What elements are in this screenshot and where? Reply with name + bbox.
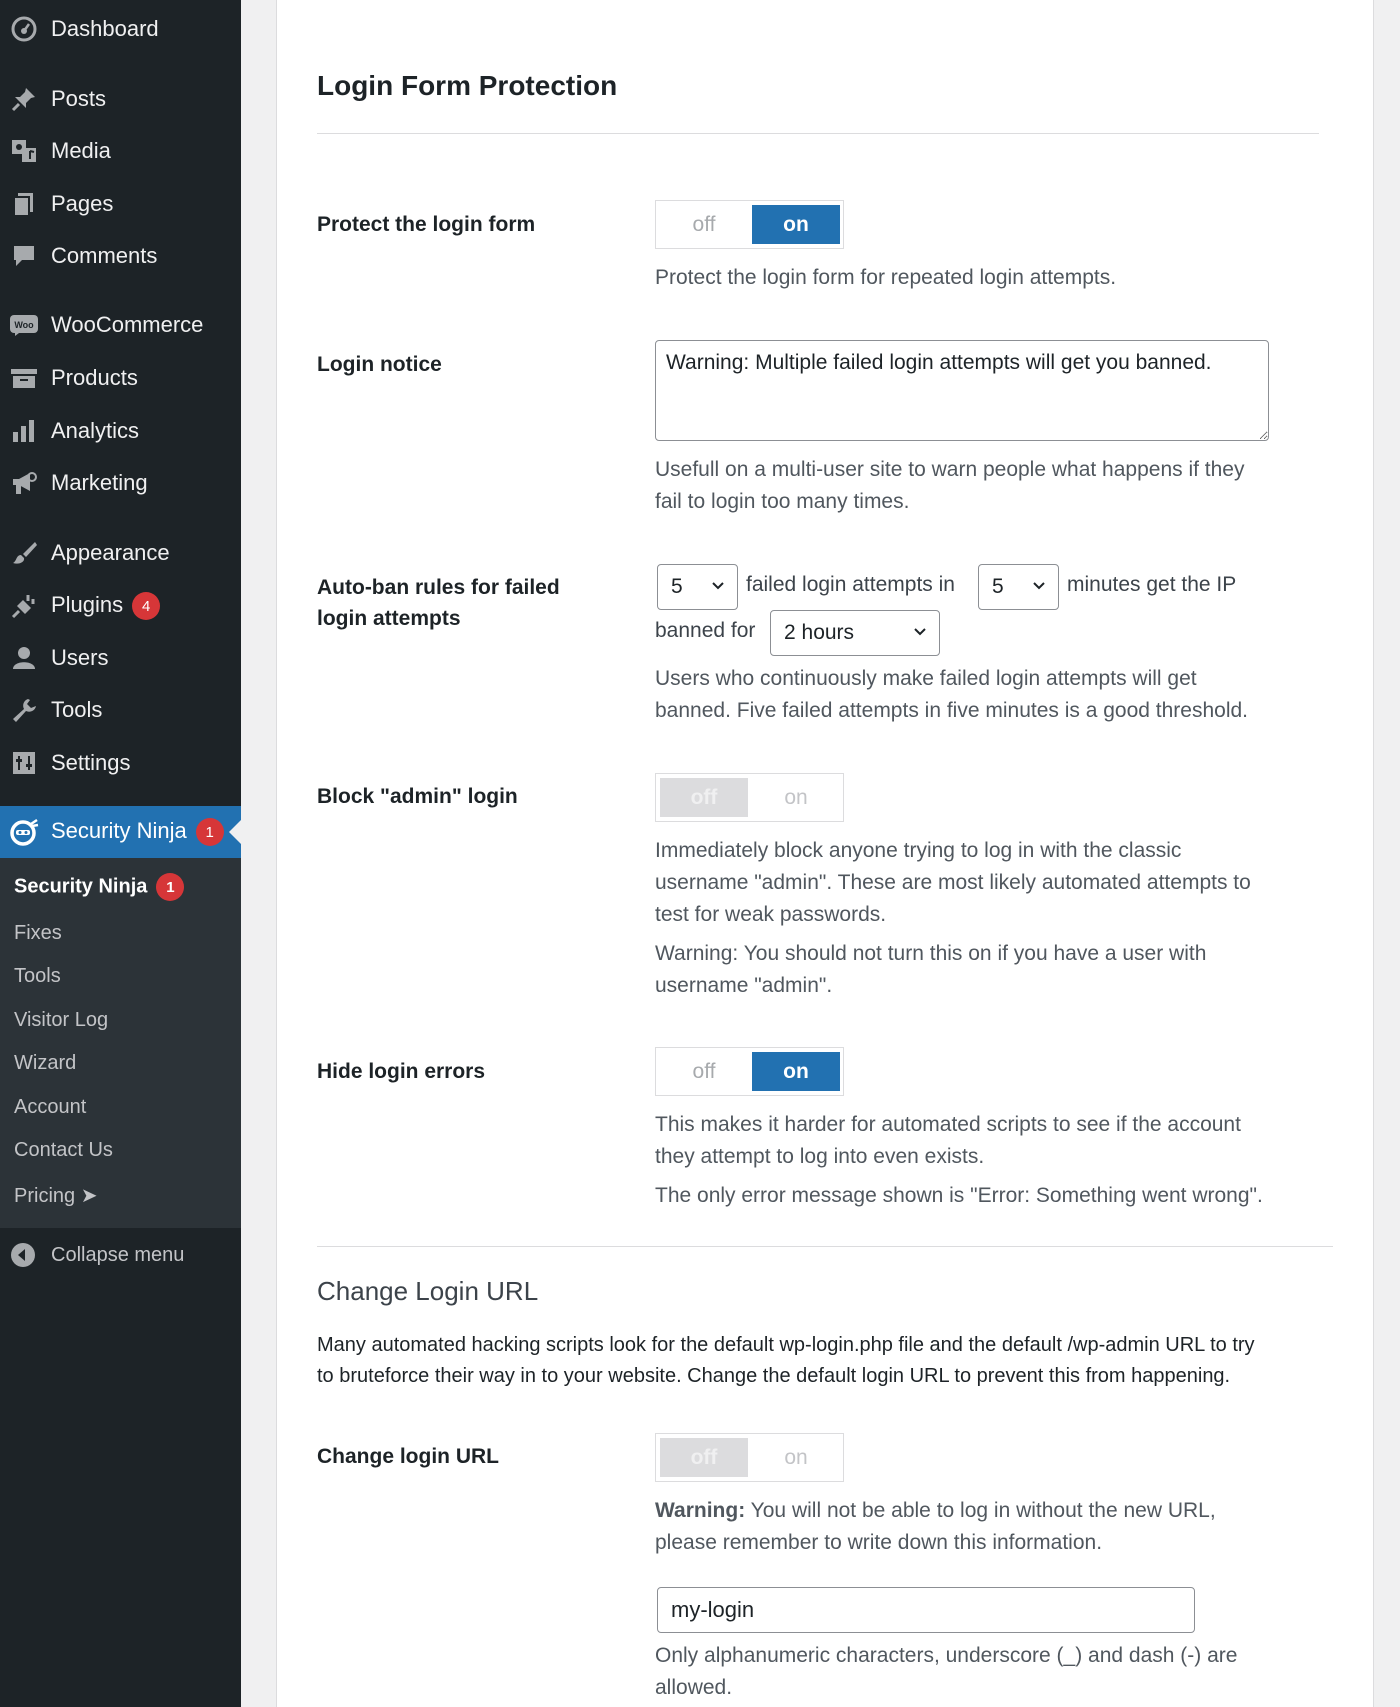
autoban-label: Auto-ban rules for failed login attempts — [317, 576, 560, 630]
autoban-text-banned: banned for — [655, 619, 756, 642]
menu-media[interactable]: Media — [0, 129, 241, 173]
security-ninja-badge: 1 — [195, 818, 224, 847]
toggle-on-option[interactable]: on — [752, 1052, 840, 1091]
pin-icon — [9, 84, 39, 114]
menu-appearance[interactable]: Appearance — [0, 531, 241, 575]
menu-woocommerce[interactable]: Woo WooCommerce — [0, 303, 241, 347]
submenu-badge: 1 — [156, 873, 185, 901]
menu-settings[interactable]: Settings — [0, 741, 241, 785]
section-divider — [317, 1246, 1333, 1247]
page-title: Login Form Protection — [317, 70, 618, 101]
login-url-desc: Only alphanumeric characters, underscore… — [655, 1644, 1238, 1699]
login-notice-label: Login notice — [317, 353, 442, 376]
chevron-down-icon — [914, 628, 926, 636]
menu-posts[interactable]: Posts — [0, 77, 241, 121]
arrow-right-icon: ➤ — [80, 1185, 98, 1207]
admin-sidebar: Dashboard Posts Media Pages Comments Woo… — [0, 0, 241, 1707]
toggle-on-option[interactable]: on — [752, 778, 840, 817]
menu-users[interactable]: Users — [0, 636, 241, 680]
toggle-off-option[interactable]: off — [660, 1438, 748, 1477]
change-url-label: Change login URL — [317, 1445, 499, 1468]
menu-comments[interactable]: Comments — [0, 234, 241, 278]
login-notice-textarea[interactable]: Warning: Multiple failed login attempts … — [655, 340, 1269, 441]
comment-icon — [9, 241, 39, 271]
login-notice-desc: Usefull on a multi-user site to warn peo… — [655, 458, 1245, 513]
menu-products[interactable]: Products — [0, 356, 241, 400]
submenu-fixes[interactable]: Fixes — [14, 922, 62, 945]
menu-security-ninja[interactable]: Security Ninja 1 — [0, 806, 241, 858]
protect-login-label: Protect the login form — [317, 213, 536, 236]
protect-login-toggle[interactable]: off on — [655, 200, 844, 249]
menu-dashboard[interactable]: Dashboard — [0, 7, 241, 51]
security-ninja-submenu: Security Ninja 1 Fixes Tools Visitor Log … — [0, 858, 241, 1228]
menu-pages[interactable]: Pages — [0, 182, 241, 226]
toggle-on-option[interactable]: on — [752, 1438, 840, 1477]
hide-errors-label: Hide login errors — [317, 1060, 486, 1083]
plugins-update-badge: 4 — [132, 592, 161, 621]
title-divider — [317, 133, 1319, 134]
toggle-off-option[interactable]: off — [660, 778, 748, 817]
attempts-select[interactable]: 5 — [657, 564, 738, 610]
svg-text:Woo: Woo — [14, 320, 34, 330]
bar-chart-icon — [9, 416, 39, 446]
login-url-input[interactable] — [657, 1587, 1195, 1633]
ban-duration-select[interactable]: 2 hours — [770, 610, 940, 656]
media-icon — [9, 136, 39, 166]
settings-icon — [9, 748, 39, 778]
menu-tools[interactable]: Tools — [0, 688, 241, 732]
menu-marketing[interactable]: Marketing — [0, 461, 241, 505]
hide-errors-message: The only error message shown is "Error: … — [655, 1184, 1263, 1207]
protect-login-desc: Protect the login form for repeated logi… — [655, 266, 1117, 289]
plug-icon — [9, 591, 39, 621]
archive-icon — [9, 363, 39, 393]
brush-icon — [9, 538, 39, 568]
autoban-text-attempts: failed login attempts in — [746, 573, 955, 596]
dashboard-icon — [9, 14, 39, 44]
submenu-wizard[interactable]: Wizard — [14, 1052, 76, 1075]
pages-icon — [9, 189, 39, 219]
settings-panel: Login Form Protection Protect the login … — [276, 0, 1374, 1707]
menu-analytics[interactable]: Analytics — [0, 409, 241, 453]
change-url-toggle[interactable]: off on — [655, 1433, 844, 1482]
collapse-menu-button[interactable]: Collapse menu — [0, 1235, 241, 1275]
submenu-security-ninja[interactable]: Security Ninja 1 — [14, 873, 185, 901]
change-url-warning: Warning: You will not be able to log in … — [655, 1499, 1216, 1554]
submenu-contact-us[interactable]: Contact Us — [14, 1139, 113, 1162]
woo-icon: Woo — [9, 310, 39, 340]
menu-plugins[interactable]: Plugins 4 — [0, 584, 241, 628]
toggle-off-option[interactable]: off — [660, 205, 748, 244]
submenu-account[interactable]: Account — [14, 1096, 86, 1119]
wrench-icon — [9, 695, 39, 725]
chevron-down-icon — [1033, 582, 1045, 590]
minutes-select[interactable]: 5 — [978, 564, 1059, 610]
submenu-visitor-log[interactable]: Visitor Log — [14, 1009, 108, 1032]
submenu-tools[interactable]: Tools — [14, 965, 61, 988]
submenu-pricing[interactable]: Pricing ➤ — [14, 1183, 97, 1208]
block-admin-toggle[interactable]: off on — [655, 773, 844, 822]
autoban-text-minutes: minutes get the IP — [1067, 573, 1237, 596]
change-url-title: Change Login URL — [317, 1276, 539, 1306]
toggle-off-option[interactable]: off — [660, 1052, 748, 1091]
block-admin-desc: Immediately block anyone trying to log i… — [655, 839, 1251, 926]
block-admin-warning: Warning: You should not turn this on if … — [655, 942, 1207, 997]
hide-errors-toggle[interactable]: off on — [655, 1047, 844, 1096]
change-url-intro: Many automated hacking scripts look for … — [317, 1334, 1255, 1387]
ninja-icon — [9, 817, 39, 847]
megaphone-icon — [9, 468, 39, 498]
block-admin-label: Block "admin" login — [317, 785, 518, 808]
hide-errors-desc: This makes it harder for automated scrip… — [655, 1113, 1241, 1168]
autoban-desc: Users who continuously make failed login… — [655, 667, 1249, 722]
user-icon — [9, 643, 39, 673]
chevron-down-icon — [712, 582, 724, 590]
toggle-on-option[interactable]: on — [752, 205, 840, 244]
collapse-arrow-icon — [10, 1242, 36, 1268]
